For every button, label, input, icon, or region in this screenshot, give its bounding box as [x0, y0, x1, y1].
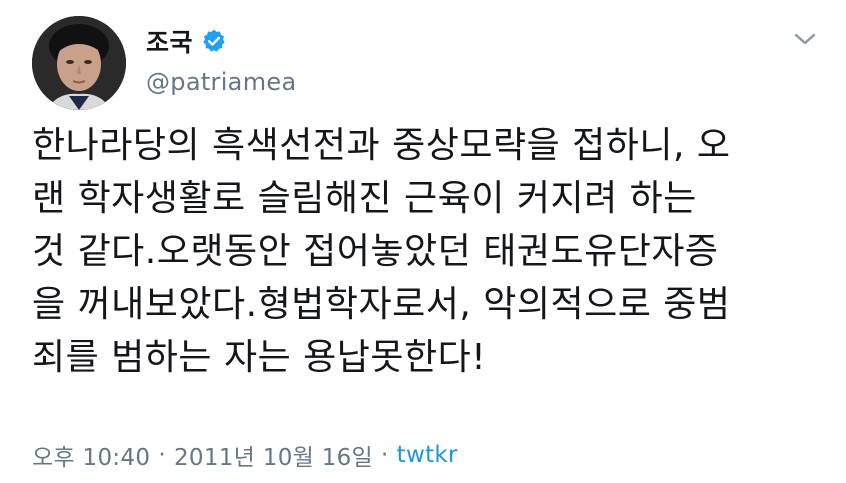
name-row: 조국 — [146, 23, 296, 59]
tweet-time[interactable]: 오후 10:40 — [32, 438, 150, 472]
tweet-text: 한나라당의 흑색선전과 중상모략을 접하니, 오 랜 학자생활로 슬림해진 근육… — [32, 125, 731, 378]
verified-badge-icon — [201, 28, 227, 54]
tweet-source-link[interactable]: twtkr — [397, 442, 458, 468]
tweet-meta: 오후 10:40 · 2011년 10월 16일 · twtkr — [32, 438, 458, 472]
tweet-card: 조국 @patriamea 한나라당의 흑색선전과 중상모략을 접하니, 오 랜… — [0, 0, 846, 483]
meta-separator: · — [381, 442, 389, 468]
avatar[interactable] — [32, 16, 126, 110]
user-handle[interactable]: @patriamea — [146, 68, 296, 96]
author-block: 조국 @patriamea — [146, 26, 296, 96]
profile-photo — [32, 16, 126, 110]
chevron-down-icon[interactable] — [791, 28, 819, 50]
display-name[interactable]: 조국 — [146, 23, 193, 59]
meta-separator: · — [158, 442, 166, 468]
tweet-date[interactable]: 2011년 10월 16일 — [174, 438, 373, 472]
